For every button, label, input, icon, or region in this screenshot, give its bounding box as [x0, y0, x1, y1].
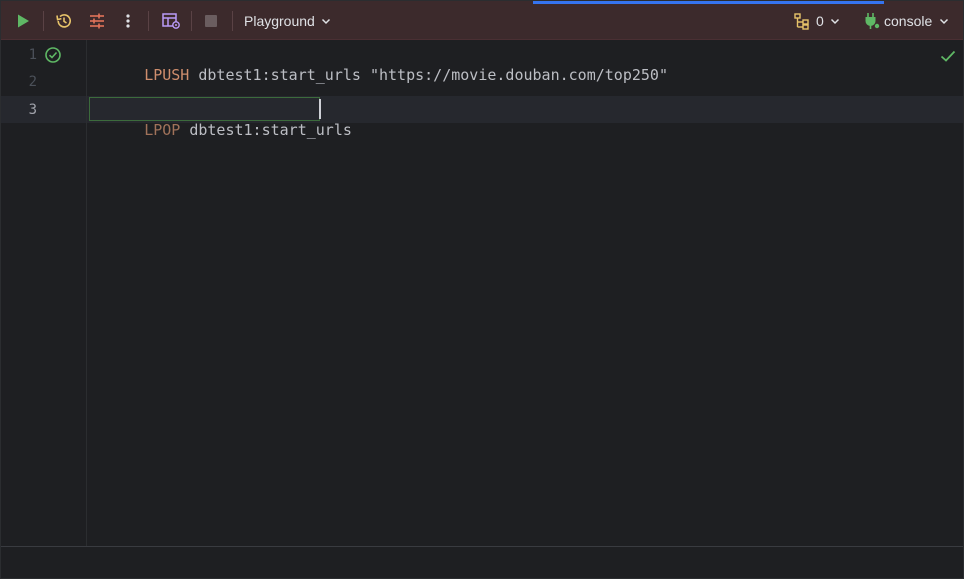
vertical-dots-icon [126, 14, 130, 28]
plug-connected-icon [865, 13, 880, 29]
bottom-panel [1, 546, 963, 578]
code-line: LPUSH dbtest1:start_urls "https://movie.… [90, 45, 668, 105]
history-button[interactable] [52, 8, 76, 34]
transaction-dropdown[interactable]: 0 [793, 8, 845, 34]
data-view-button[interactable] [158, 8, 184, 34]
line-number: 2 [28, 74, 37, 90]
session-label: console [884, 13, 933, 29]
code-line: LPOP dbtest1:start_urls [90, 100, 352, 160]
mode-label: Playground [244, 13, 315, 29]
tree-structure-icon [794, 13, 809, 30]
tune-icon [90, 13, 104, 29]
line-number: 3 [28, 102, 37, 118]
play-icon [18, 14, 29, 28]
command-arguments: dbtest1:start_urls [180, 121, 352, 139]
more-button[interactable] [118, 8, 138, 34]
run-button[interactable] [11, 8, 35, 34]
mode-dropdown[interactable]: Playground [244, 8, 342, 34]
check-circle-icon [45, 47, 61, 63]
command-arguments: dbtest1:start_urls "https://movie.douban… [189, 66, 668, 84]
settings-button[interactable] [85, 8, 109, 34]
line-number: 1 [28, 47, 37, 63]
chevron-down-icon [321, 18, 330, 25]
redis-console-window: Playground 0 console 1 LPUSH dbtest1:sta… [0, 0, 964, 579]
table-view-icon [162, 13, 180, 29]
chevron-down-icon [830, 18, 839, 25]
checkmark-icon [940, 50, 956, 62]
statement-status[interactable] [44, 46, 62, 68]
toolbar-separator [43, 11, 44, 31]
toolbar-separator [232, 11, 233, 31]
toolbar-separator [191, 11, 192, 31]
toolbar-separator [148, 11, 149, 31]
history-icon [56, 14, 71, 28]
text-caret [319, 99, 321, 119]
progress-bar [533, 1, 884, 4]
redis-keyword: LPOP [144, 121, 181, 139]
stop-button[interactable] [200, 8, 222, 34]
stop-icon [205, 15, 217, 27]
console-toolbar: Playground 0 console [1, 1, 963, 40]
code-editor[interactable]: 1 LPUSH dbtest1:start_urls "https://movi… [1, 40, 963, 546]
gutter-divider [86, 40, 87, 546]
redis-keyword: LPUSH [144, 66, 190, 84]
session-dropdown[interactable]: console [863, 8, 957, 34]
chevron-down-icon [940, 18, 949, 25]
inspection-status[interactable] [939, 48, 957, 68]
transaction-count: 0 [816, 13, 824, 29]
